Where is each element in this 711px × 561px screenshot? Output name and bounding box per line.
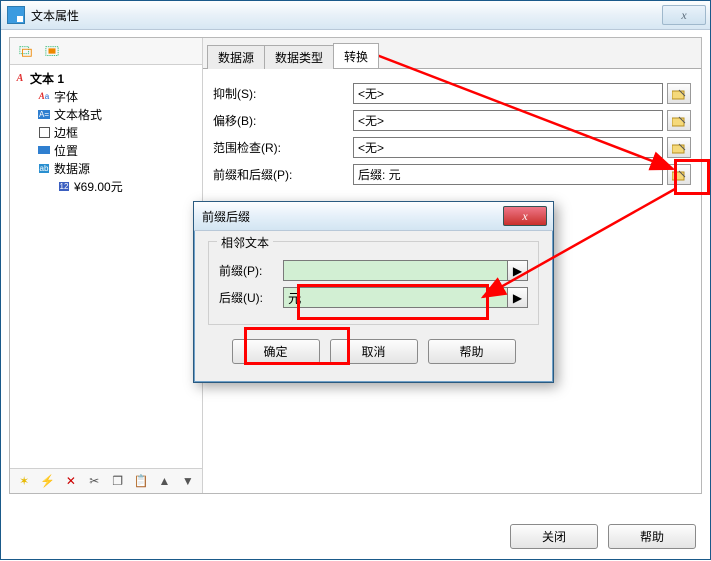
select-all-icon [45, 45, 59, 57]
folder-edit-icon [672, 115, 686, 127]
tree-leaf-value[interactable]: 12 ¥69.00元 [12, 177, 200, 195]
cut-icon: ✂ [89, 474, 99, 488]
dialog-title: 前缀后缀 [202, 208, 250, 225]
up-icon: ▲ [158, 474, 170, 488]
row-range: 范围检查(R): <无> [213, 137, 691, 158]
row-prefix: 前缀(P): ▶ [219, 260, 528, 281]
tree-item-border[interactable]: 边框 [12, 123, 200, 141]
suffix-menu-button[interactable]: ▶ [508, 287, 528, 308]
dialog-close-button[interactable]: x [503, 206, 547, 226]
move-up-button[interactable]: ▲ [154, 470, 174, 492]
tree-root-label: 文本 1 [30, 70, 64, 87]
tree-item-label: 文本格式 [54, 106, 102, 123]
delete-button[interactable]: ✕ [61, 470, 81, 492]
help-button[interactable]: 帮助 [608, 524, 696, 549]
dialog-body: 相邻文本 前缀(P): ▶ 后缀(U): ▶ 确定 取消 帮助 [194, 231, 553, 382]
tree-root[interactable]: A 文本 1 [12, 69, 200, 87]
datasource-icon: ab [36, 161, 52, 175]
position-icon [36, 143, 52, 157]
label-suppress: 抑制(S): [213, 85, 353, 102]
field-range[interactable]: <无> [353, 137, 663, 158]
titlebar: 文本属性 x [1, 1, 710, 30]
edit-offset-button[interactable] [667, 110, 691, 131]
folder-edit-icon [672, 169, 686, 181]
row-offset: 偏移(B): <无> [213, 110, 691, 131]
window-title: 文本属性 [31, 7, 662, 24]
wand2-icon: ⚡ [40, 474, 55, 488]
border-icon [36, 125, 52, 139]
copy-button[interactable]: ❐ [108, 470, 128, 492]
tree-item-label: 数据源 [54, 160, 90, 177]
down-icon: ▼ [182, 474, 194, 488]
label-prefix: 前缀(P): [219, 262, 283, 279]
new-button[interactable]: ✶ [14, 470, 34, 492]
window-close-button[interactable]: x [662, 5, 706, 25]
tree-item-datasource[interactable]: ab 数据源 [12, 159, 200, 177]
play-icon: ▶ [513, 291, 522, 305]
tree-item-format[interactable]: A= 文本格式 [12, 105, 200, 123]
value-icon: 12 [56, 179, 72, 193]
row-suffix: 后缀(U): ▶ [219, 287, 528, 308]
close-button[interactable]: 关闭 [510, 524, 598, 549]
adjacent-text-group: 相邻文本 前缀(P): ▶ 后缀(U): ▶ [208, 241, 539, 325]
field-offset[interactable]: <无> [353, 110, 663, 131]
tree-item-font[interactable]: Aa 字体 [12, 87, 200, 105]
label-range: 范围检查(R): [213, 139, 353, 156]
prefix-input[interactable] [283, 260, 508, 281]
label-offset: 偏移(B): [213, 112, 353, 129]
edit-affix-button[interactable] [667, 164, 691, 185]
tree-item-label: 位置 [54, 142, 78, 159]
text-icon: A [12, 71, 28, 85]
copy-icon: ❐ [112, 474, 123, 488]
wizard-button[interactable]: ⚡ [37, 470, 57, 492]
left-toolbar-bottom: ✶ ⚡ ✕ ✂ ❐ 📋 ▲ ▼ [10, 468, 202, 493]
row-affix: 前缀和后缀(P): 后缀: 元 [213, 164, 691, 185]
ok-button[interactable]: 确定 [232, 339, 320, 364]
play-icon: ▶ [513, 264, 522, 278]
suffix-input[interactable] [283, 287, 508, 308]
select-mode-2-button[interactable] [40, 40, 64, 62]
delete-icon: ✕ [66, 474, 76, 488]
footer-buttons: 关闭 帮助 [510, 524, 696, 549]
group-legend: 相邻文本 [217, 234, 273, 251]
dialog-help-button[interactable]: 帮助 [428, 339, 516, 364]
font-icon: Aa [36, 89, 52, 103]
tab-transform[interactable]: 转换 [333, 43, 379, 68]
tab-datasource[interactable]: 数据源 [207, 45, 265, 69]
app-icon [7, 6, 25, 24]
format-icon: A= [36, 107, 52, 121]
tree-item-label: 字体 [54, 88, 78, 105]
folder-edit-icon [672, 88, 686, 100]
edit-suppress-button[interactable] [667, 83, 691, 104]
field-affix[interactable]: 后缀: 元 [353, 164, 663, 185]
dialog-buttons: 确定 取消 帮助 [208, 335, 539, 376]
field-suppress[interactable]: <无> [353, 83, 663, 104]
paste-icon: 📋 [134, 474, 149, 488]
paste-button[interactable]: 📋 [131, 470, 151, 492]
main-window: 文本属性 x A 文本 1 Aa 字体 [0, 0, 711, 560]
left-column: A 文本 1 Aa 字体 A= 文本格式 [10, 38, 203, 493]
property-tree[interactable]: A 文本 1 Aa 字体 A= 文本格式 [10, 65, 202, 468]
wand-icon: ✶ [19, 474, 29, 488]
dialog-titlebar: 前缀后缀 x [194, 202, 553, 231]
prefix-suffix-dialog: 前缀后缀 x 相邻文本 前缀(P): ▶ 后缀(U): ▶ 确定 取消 [193, 201, 554, 383]
row-suppress: 抑制(S): <无> [213, 83, 691, 104]
tab-datatype[interactable]: 数据类型 [264, 45, 334, 69]
select-icon [19, 45, 33, 57]
tree-leaf-label: ¥69.00元 [74, 178, 123, 195]
tab-strip: 数据源 数据类型 转换 [203, 38, 701, 69]
tree-item-label: 边框 [54, 124, 78, 141]
tree-item-position[interactable]: 位置 [12, 141, 200, 159]
left-toolbar-top [10, 38, 202, 65]
tab-page-transform: 抑制(S): <无> 偏移(B): <无> 范围检查(R): <无> [203, 69, 701, 199]
select-mode-1-button[interactable] [14, 40, 38, 62]
cut-button[interactable]: ✂ [84, 470, 104, 492]
edit-range-button[interactable] [667, 137, 691, 158]
prefix-menu-button[interactable]: ▶ [508, 260, 528, 281]
label-suffix: 后缀(U): [219, 289, 283, 306]
move-down-button[interactable]: ▼ [178, 470, 198, 492]
label-affix: 前缀和后缀(P): [213, 166, 353, 183]
cancel-button[interactable]: 取消 [330, 339, 418, 364]
folder-edit-icon [672, 142, 686, 154]
